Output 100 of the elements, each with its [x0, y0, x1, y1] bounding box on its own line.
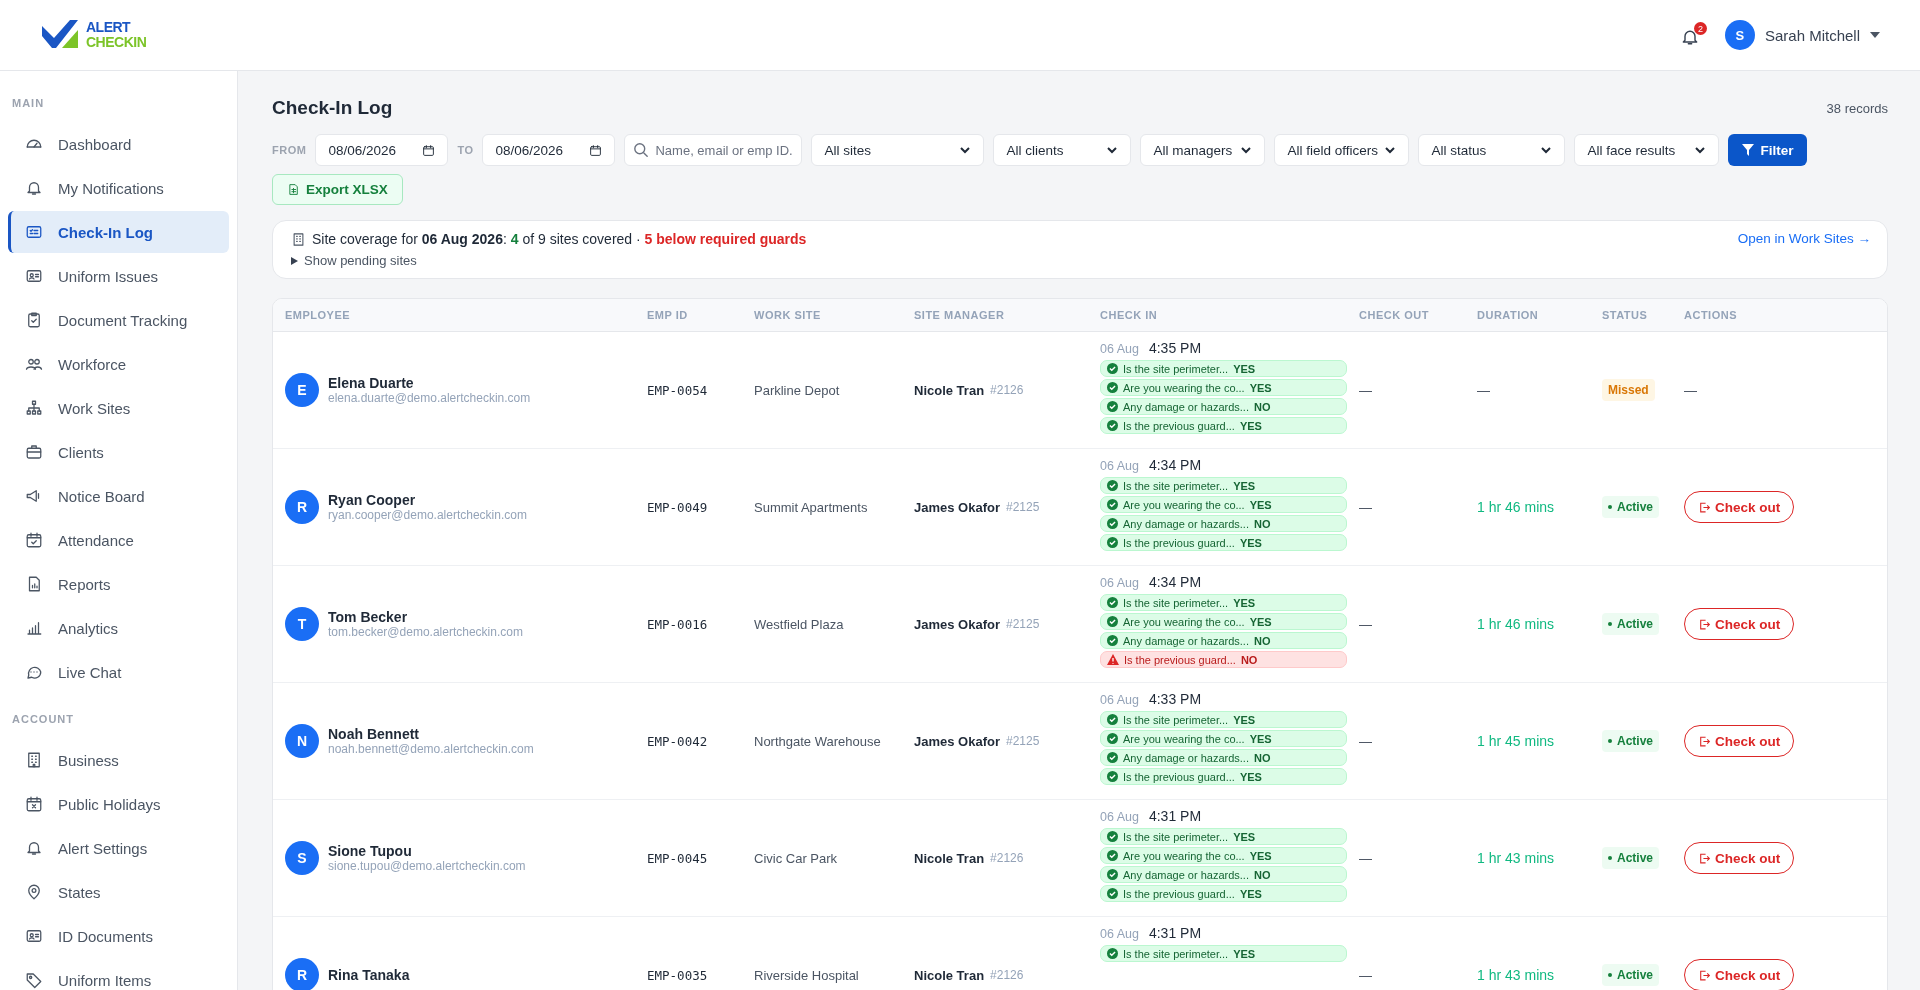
building-icon	[291, 231, 306, 247]
search-field[interactable]: Name, email or emp ID.	[624, 134, 803, 166]
building-icon	[25, 751, 43, 769]
sidebar-item[interactable]: Public Holidays	[8, 783, 229, 825]
bell-icon	[25, 839, 43, 857]
check-circle-icon	[1107, 771, 1118, 782]
check-circle-icon	[1107, 850, 1118, 861]
answer-tag: Any damage or hazards... NO	[1100, 749, 1347, 766]
exit-icon	[1698, 851, 1711, 865]
sidebar-item[interactable]: Check-In Log	[8, 211, 229, 253]
check-out-button[interactable]: Check out	[1684, 725, 1795, 757]
section-heading: MAIN	[11, 96, 46, 111]
notification-badge: 2	[1693, 22, 1707, 35]
duration-text: 1 hr 46 mins	[1477, 616, 1555, 632]
check-circle-icon	[1107, 382, 1118, 393]
chevron-down-icon	[1240, 144, 1253, 156]
notification-button[interactable]: 2	[1678, 22, 1707, 48]
date-field[interactable]: 08/06/2026	[315, 134, 449, 166]
employee-avatar: S	[285, 841, 319, 875]
record-count: 38 records	[1826, 100, 1888, 116]
check-in-time: 4:33 PM	[1148, 691, 1202, 707]
date-field[interactable]: 08/06/2026	[482, 134, 616, 166]
column-header: EMP ID	[647, 309, 689, 321]
manager-name: James Okafor	[914, 733, 1000, 749]
check-in-date: 06 Aug	[1100, 810, 1139, 824]
user-name[interactable]: Sarah Mitchell	[1764, 26, 1860, 44]
sidebar-item[interactable]: Reports	[8, 563, 229, 605]
column-header: SITE MANAGER	[914, 309, 1006, 321]
check-in-time: 4:35 PM	[1148, 340, 1202, 356]
sidebar-item[interactable]: Attendance	[8, 519, 229, 561]
bell-icon	[25, 179, 43, 197]
sidebar-item[interactable]: Dashboard	[8, 123, 229, 165]
sidebar-item[interactable]: Uniform Issues	[8, 255, 229, 297]
sidebar-item[interactable]: Work Sites	[8, 387, 229, 429]
column-header: ACTIONS	[1684, 309, 1738, 321]
check-in-date: 06 Aug	[1100, 576, 1139, 590]
manager-id: #2126	[990, 383, 1024, 397]
sidebar-item[interactable]: Business	[8, 739, 229, 781]
empty-value: —	[1359, 733, 1372, 749]
status-badge: Active	[1602, 847, 1660, 869]
sidebar-item[interactable]: My Notifications	[8, 167, 229, 209]
column-header: EMPLOYEE	[285, 309, 352, 321]
funnel-icon	[1742, 144, 1755, 156]
dropdown[interactable]: All managers	[1140, 134, 1266, 166]
caret-icon[interactable]	[1870, 32, 1880, 38]
check-in-time: 4:34 PM	[1148, 457, 1202, 473]
sidebar-item[interactable]: ID Documents	[8, 915, 229, 957]
check-circle-icon	[1107, 888, 1118, 899]
dropdown[interactable]: All field officers	[1274, 134, 1410, 166]
sidebar-item[interactable]: Notice Board	[8, 475, 229, 517]
calendar-icon	[25, 531, 43, 549]
answer-tag: Any damage or hazards... NO	[1100, 866, 1347, 883]
answer-tag: Is the previous guard... YES	[1100, 534, 1347, 551]
sidebar-item[interactable]: States	[8, 871, 229, 913]
work-sites-link[interactable]: Open in Work Sites →	[1737, 231, 1871, 268]
manager-id: #2125	[1006, 500, 1040, 514]
table-cell: EMP-0049	[647, 499, 708, 515]
check-circle-icon	[1107, 714, 1118, 725]
check-out-button[interactable]: Check out	[1684, 842, 1795, 874]
column-header: STATUS	[1602, 309, 1649, 321]
dropdown[interactable]: All sites	[811, 134, 985, 166]
employee-name: Noah Bennett	[328, 726, 420, 742]
answer-tag: Is the site perimeter... YES	[1100, 477, 1347, 494]
check-out-button[interactable]: Check out	[1684, 959, 1795, 990]
sidebar-item[interactable]: Live Chat	[8, 651, 229, 693]
sidebar-item[interactable]: Document Tracking	[8, 299, 229, 341]
sidebar-item[interactable]: Analytics	[8, 607, 229, 649]
id-card-icon	[25, 267, 43, 285]
dropdown[interactable]: All clients	[993, 134, 1132, 166]
sidebar-item[interactable]: Uniform Items	[8, 959, 229, 990]
check-in-time: 4:31 PM	[1148, 808, 1202, 824]
answer-tag: Are you wearing the co... YES	[1100, 496, 1347, 513]
user-avatar[interactable]: S	[1724, 20, 1755, 50]
table-cell: Westfield Plaza	[754, 616, 844, 632]
check-out-button[interactable]: Check out	[1684, 608, 1795, 640]
answer-tag: Is the site perimeter... YES	[1100, 945, 1347, 962]
check-out-button[interactable]: Check out	[1684, 491, 1795, 523]
sidebar-item[interactable]: Alert Settings	[8, 827, 229, 869]
dropdown[interactable]: All face results	[1574, 134, 1720, 166]
filter-button[interactable]: Filter	[1728, 134, 1808, 166]
answer-tag: Is the site perimeter... YES	[1100, 711, 1347, 728]
chevron-down-icon	[1694, 144, 1707, 156]
exit-icon	[1698, 617, 1711, 631]
exit-icon	[1698, 500, 1711, 514]
list-icon	[25, 223, 43, 241]
app-logo[interactable]: ALERT CHECKIN	[40, 18, 1679, 52]
sidebar-item[interactable]: Clients	[8, 431, 229, 473]
dropdown[interactable]: All status	[1418, 134, 1566, 166]
check-circle-icon	[1107, 635, 1118, 646]
manager-name: Nicole Tran	[914, 382, 985, 398]
employee-avatar: E	[285, 373, 319, 407]
bar-chart-icon	[25, 619, 43, 637]
export-button[interactable]: Export XLSX	[272, 174, 403, 205]
duration-text: 1 hr 45 mins	[1477, 733, 1555, 749]
table-cell: Parkline Depot	[754, 382, 840, 398]
manager-id: #2126	[990, 968, 1024, 982]
check-circle-icon	[1107, 948, 1118, 959]
pending-sites-toggle[interactable]: Show pending sites	[291, 253, 807, 268]
sidebar-item[interactable]: Workforce	[8, 343, 229, 385]
calendar-icon	[589, 143, 603, 157]
